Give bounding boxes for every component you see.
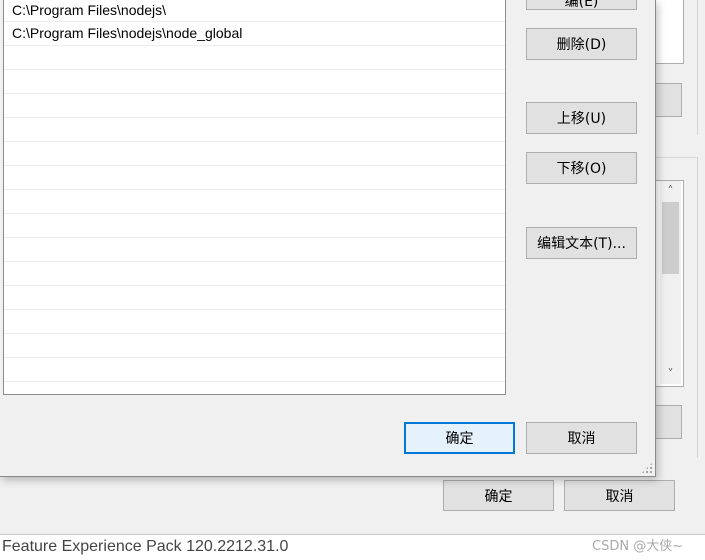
list-item[interactable] (4, 262, 505, 286)
group-border (697, 0, 698, 135)
list-item[interactable] (4, 118, 505, 142)
list-item[interactable] (4, 46, 505, 70)
list-item[interactable] (4, 358, 505, 382)
list-item[interactable]: C:\Program Files\nodejs\ (4, 0, 505, 22)
chevron-up-icon[interactable]: ˄ (660, 181, 681, 201)
list-item[interactable] (4, 190, 505, 214)
list-item[interactable] (4, 334, 505, 358)
list-item[interactable] (4, 310, 505, 334)
edit-button[interactable]: 编(E) (526, 0, 637, 10)
list-item[interactable] (4, 166, 505, 190)
background-button-middle[interactable] (655, 405, 682, 439)
background-list-box[interactable] (655, 0, 684, 64)
path-list[interactable]: C:\Program Files\nodejs\ C:\Program File… (3, 0, 506, 395)
cancel-button[interactable]: 取消 (526, 422, 637, 454)
move-up-button[interactable]: 上移(U) (526, 102, 637, 134)
list-item[interactable] (4, 286, 505, 310)
move-down-button[interactable]: 下移(O) (526, 152, 637, 184)
list-item[interactable]: C:\Program Files\nodejs\node_global (4, 22, 505, 46)
edit-env-var-dialog: C:\Program Files\nodejs\ C:\Program File… (0, 0, 656, 477)
status-text: Feature Experience Pack 120.2212.31.0 (2, 538, 289, 555)
list-item[interactable] (4, 70, 505, 94)
edit-text-button[interactable]: 编辑文本(T)... (526, 227, 637, 259)
ok-button[interactable]: 确定 (404, 422, 515, 454)
list-item[interactable] (4, 214, 505, 238)
background-cancel-button[interactable]: 取消 (564, 480, 675, 511)
background-ok-button[interactable]: 确定 (443, 480, 554, 511)
watermark: CSDN @大侠~ (592, 539, 684, 554)
list-item[interactable] (4, 238, 505, 262)
scrollbar-thumb[interactable] (662, 202, 679, 274)
list-item[interactable] (4, 142, 505, 166)
background-button-top[interactable] (655, 83, 682, 117)
list-item[interactable] (4, 94, 505, 118)
resize-grip-icon[interactable] (641, 462, 653, 474)
chevron-down-icon[interactable]: ˅ (660, 364, 681, 384)
delete-button[interactable]: 删除(D) (526, 28, 637, 60)
